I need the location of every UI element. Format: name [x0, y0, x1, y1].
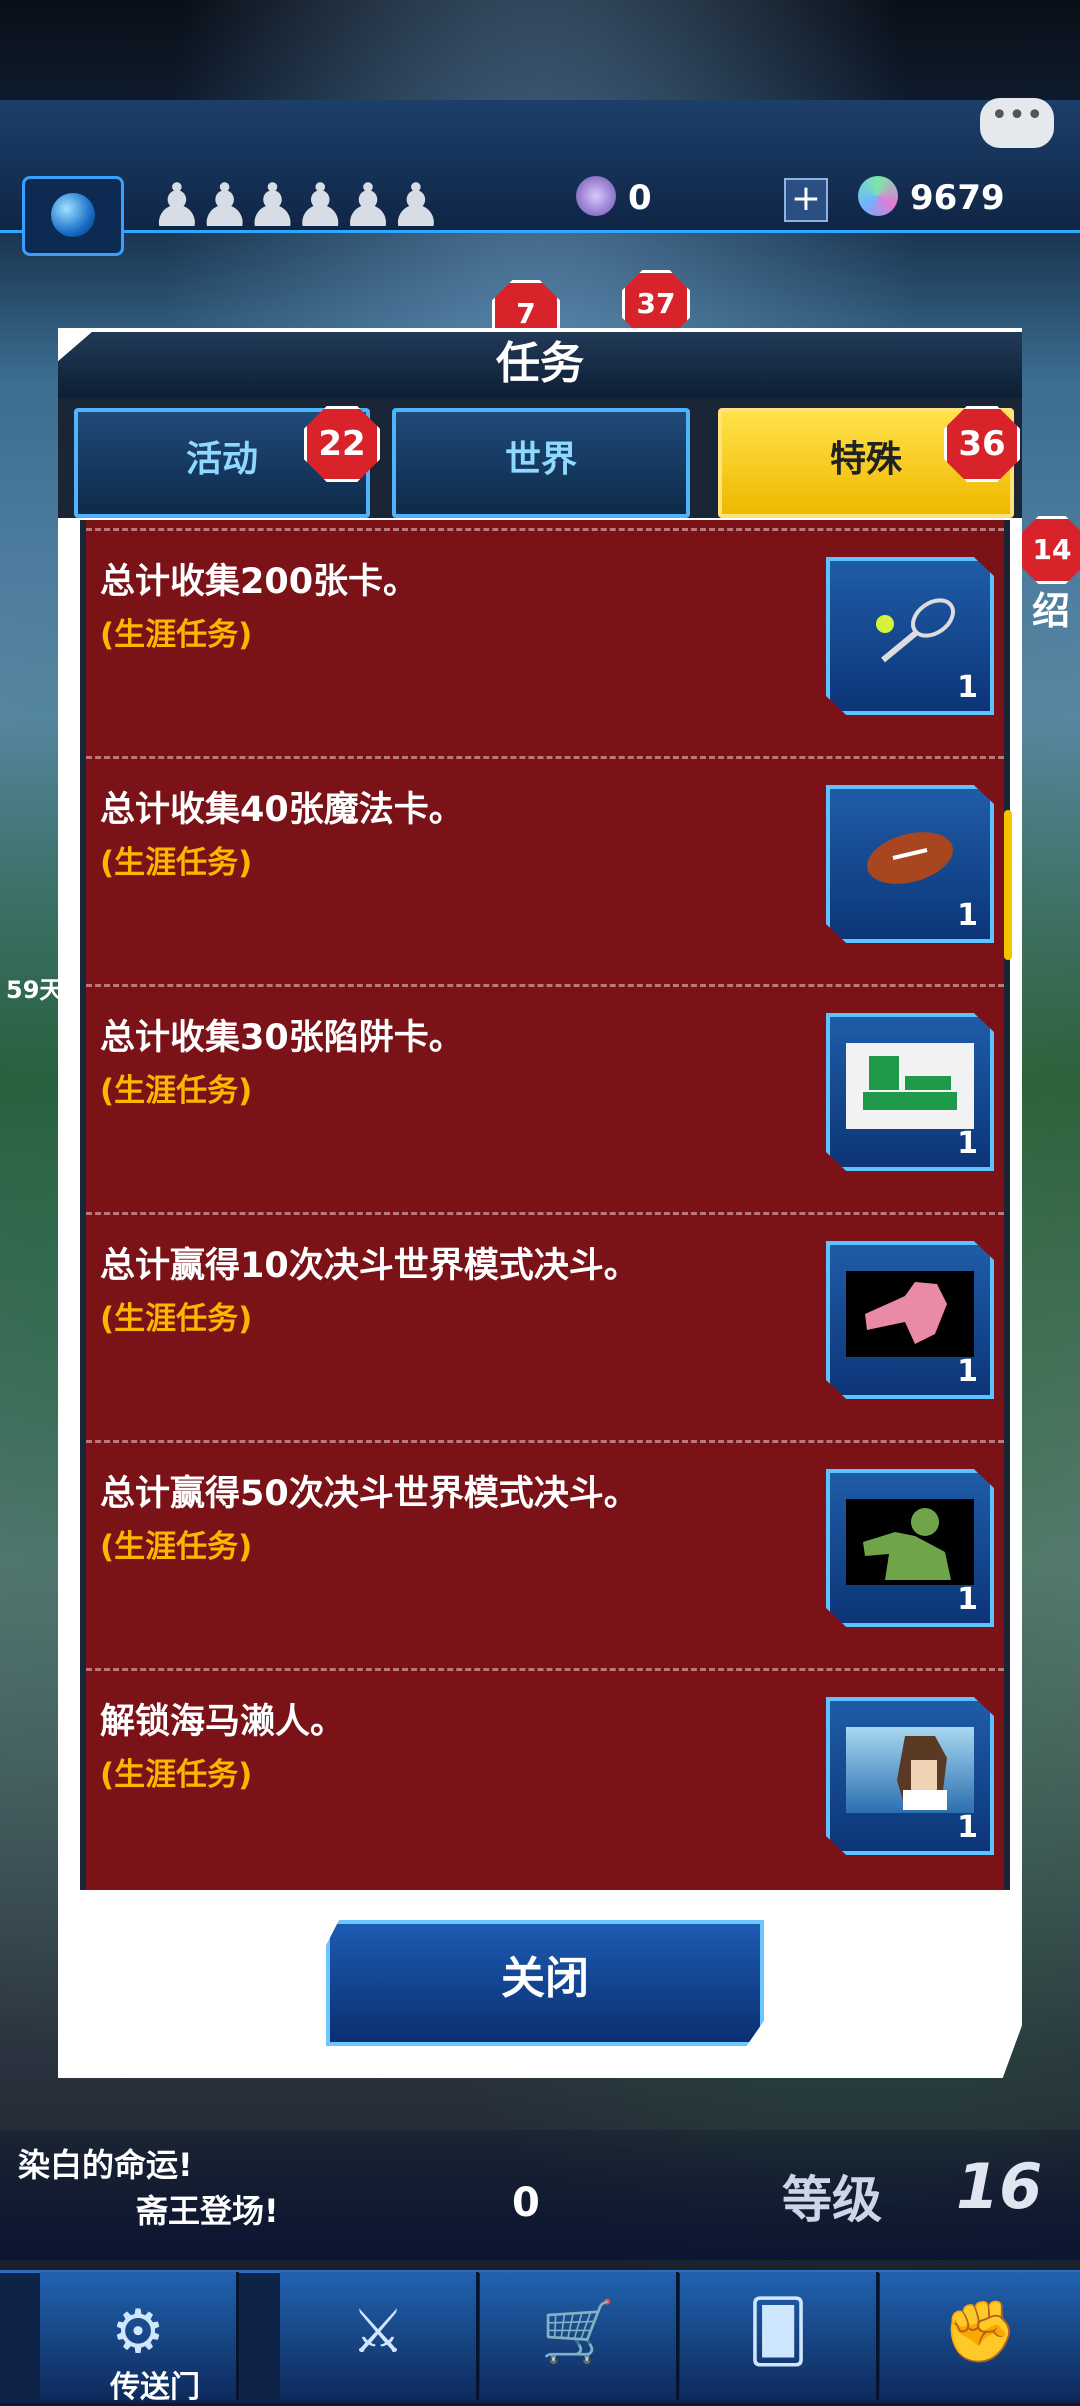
tennis-racket-icon — [846, 587, 974, 673]
reward-item[interactable]: 1 — [826, 1697, 994, 1855]
reward-count: 1 — [957, 1810, 978, 1845]
mission-title: 总计收集30张陷阱卡。 — [100, 1018, 464, 1058]
side-label-days: 59天 — [6, 976, 64, 1004]
dialog-title: 任务 — [496, 338, 584, 389]
event-banner[interactable]: 染白的命运! — [18, 2140, 193, 2186]
reward-count: 1 — [957, 1126, 978, 1161]
crystal-icon — [576, 176, 616, 216]
pink-silhouette-icon — [846, 1271, 974, 1357]
reward-item[interactable]: 1 — [826, 1469, 994, 1627]
reward-count: 1 — [957, 898, 978, 933]
mission-subtitle: (生涯任务) — [100, 845, 253, 881]
crystal-count: 0 — [628, 178, 652, 218]
reward-item[interactable]: 1 — [826, 557, 994, 715]
tab-badge: 36 — [944, 406, 1020, 482]
reward-item[interactable]: 1 — [826, 1241, 994, 1399]
level-value: 16 — [956, 2150, 1043, 2223]
gem-count: 9679 — [910, 178, 1005, 218]
list-item[interactable]: 解锁海马濑人。 (生涯任务) 1 — [86, 1668, 1004, 1890]
event-banner-sub: 斋王登场! — [136, 2192, 279, 2230]
side-label: 绍 — [1032, 589, 1071, 633]
gem-icon — [858, 176, 898, 216]
reward-count: 1 — [957, 1354, 978, 1389]
add-gems-button[interactable]: + — [784, 178, 828, 222]
list-item[interactable]: 总计收集40张魔法卡。 (生涯任务) 1 — [86, 756, 1004, 987]
duel-field-icon — [846, 1043, 974, 1129]
mission-title: 总计赢得10次决斗世界模式决斗。 — [100, 1246, 639, 1286]
list-item[interactable]: 总计赢得50次决斗世界模式决斗。 (生涯任务) 1 — [86, 1440, 1004, 1671]
duel-swords-icon[interactable]: ⚔ — [280, 2272, 479, 2400]
level-label: 等级 — [782, 2171, 882, 2229]
world-button[interactable] — [22, 176, 124, 256]
card-count: 0 — [512, 2180, 540, 2226]
chat-icon[interactable]: ••• — [980, 98, 1054, 148]
kaiba-portrait-icon — [846, 1727, 974, 1813]
reward-count: 1 — [957, 1582, 978, 1617]
mission-title: 解锁海马濑人。 — [100, 1702, 346, 1742]
list-item[interactable]: 总计收集30张陷阱卡。 (生涯任务) 1 — [86, 984, 1004, 1215]
green-silhouette-icon — [846, 1499, 974, 1585]
deck-cards-icon[interactable]: 🂠 — [680, 2272, 879, 2400]
globe-icon — [51, 193, 95, 237]
reward-item[interactable]: 1 — [826, 1013, 994, 1171]
close-button[interactable]: 关闭 — [326, 1920, 764, 2046]
duel-pawns-icon: ♟♟♟♟♟♟ — [150, 171, 443, 241]
mission-title: 总计赢得50次决斗世界模式决斗。 — [100, 1474, 639, 1514]
list-item[interactable]: 总计赢得10次决斗世界模式决斗。 (生涯任务) 1 — [86, 1212, 1004, 1443]
mission-subtitle: (生涯任务) — [100, 1301, 253, 1337]
football-icon — [846, 815, 974, 901]
mission-subtitle: (生涯任务) — [100, 1757, 253, 1793]
mission-subtitle: (生涯任务) — [100, 1529, 253, 1565]
mission-subtitle: (生涯任务) — [100, 617, 253, 653]
nav-gate-label: 传送门 — [110, 2370, 200, 2405]
fist-icon[interactable]: ✊ — [880, 2272, 1080, 2400]
list-item[interactable]: 总计收集200张卡。 (生涯任务) 1 — [86, 528, 1004, 759]
mission-title: 总计收集40张魔法卡。 — [100, 790, 464, 830]
mission-list[interactable]: 总计收集200张卡。 (生涯任务) 1 总计收集40张魔法卡。 (生涯任务) 1… — [80, 520, 1010, 1890]
shop-cart-icon[interactable]: 🛒 — [480, 2272, 679, 2400]
tab-world[interactable]: 世界 — [392, 408, 690, 518]
scrollbar[interactable] — [1004, 810, 1012, 960]
mission-subtitle: (生涯任务) — [100, 1073, 253, 1109]
mission-title: 总计收集200张卡。 — [100, 562, 419, 602]
reward-item[interactable]: 1 — [826, 785, 994, 943]
reward-count: 1 — [957, 670, 978, 705]
notification-badge: 37 — [622, 270, 690, 338]
